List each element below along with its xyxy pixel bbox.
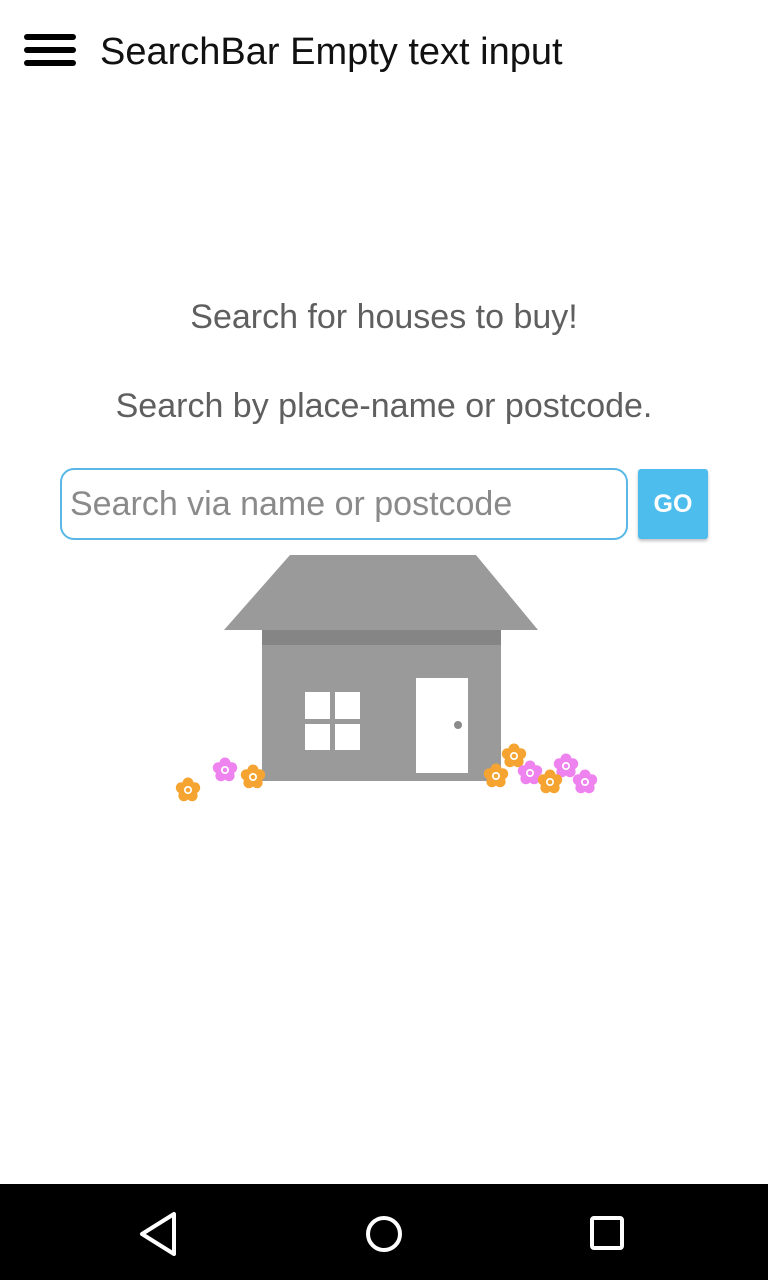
search-row: GO [60, 468, 710, 540]
app-bar: SearchBar Empty text input [0, 0, 768, 104]
go-button[interactable]: GO [638, 469, 708, 539]
headline-text: Search for houses to buy! [190, 298, 578, 336]
door-icon [416, 678, 468, 773]
house-illustration-icon [175, 555, 598, 802]
hamburger-menu-icon[interactable] [18, 24, 82, 76]
recent-apps-square-icon[interactable] [582, 1208, 634, 1260]
subheadline-text: Search by place-name or postcode. [115, 387, 653, 425]
screen: SearchBar Empty text input Search for ho… [0, 0, 768, 1280]
back-triangle-icon[interactable] [134, 1208, 186, 1260]
search-input[interactable] [60, 468, 628, 540]
system-nav-bar [0, 1184, 768, 1280]
home-circle-icon[interactable] [358, 1208, 410, 1260]
page-title: SearchBar Empty text input [100, 31, 563, 73]
